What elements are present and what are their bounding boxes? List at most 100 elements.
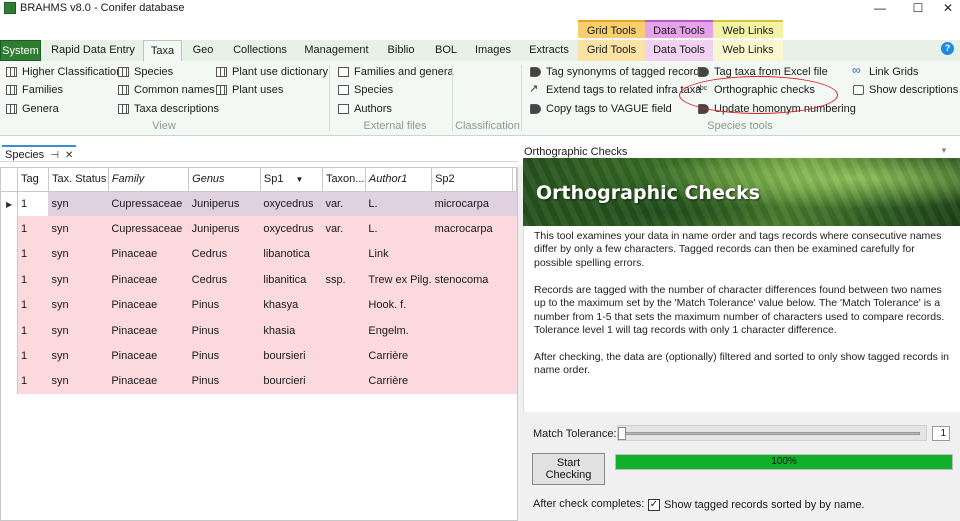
cell-sp1[interactable]: libanitica [260,267,323,293]
column-header-family[interactable]: Family [108,168,190,192]
cell-sp1[interactable]: libanotica [260,241,323,268]
cell-sp1[interactable]: khasia [260,317,323,344]
cell-genus[interactable]: Pinus [188,292,261,318]
families-and-genera-button[interactable]: Families and genera [338,64,454,80]
column-header-genus[interactable]: Genus [188,168,261,192]
column-header-tag[interactable]: Tag [17,168,49,192]
genera-button[interactable]: Genera [6,101,59,117]
context-tab-data-tools[interactable]: Data Tools [645,20,713,38]
tag-taxa-from-excel-button[interactable]: Tag taxa from Excel file [698,64,828,80]
cell-author1[interactable]: L. [365,191,432,217]
external-species-button[interactable]: Species [338,82,393,98]
cell-sp2[interactable]: macrocarpa [431,216,513,242]
row-selector[interactable] [1,267,18,293]
tab-system[interactable]: System [0,40,41,61]
pane-tab-species[interactable]: Species ⊣ ✕ [2,145,77,164]
help-icon[interactable]: ? [941,42,954,55]
context-tab-grid-tools[interactable]: Grid Tools [578,20,645,38]
start-checking-button[interactable]: Start Checking [532,453,605,485]
row-selector[interactable] [1,317,18,344]
cell-tax-status[interactable]: syn [48,292,109,318]
column-header-author1[interactable]: Author1 [365,168,433,192]
cell-author1[interactable]: Carrière [365,368,432,395]
cell-author1[interactable]: Engelm. [365,317,432,344]
tab-taxa[interactable]: Taxa [143,40,182,61]
table-row[interactable]: 1 syn Pinaceae Pinus bourcieri Carrière [1,368,517,395]
row-selector[interactable]: ▶ [1,191,18,217]
cell-tax-status[interactable]: syn [48,317,109,344]
cell-sp1[interactable]: oxycedrus [260,216,323,242]
cell-taxon-rank[interactable] [322,343,366,369]
update-homonym-numbering-button[interactable]: Update homonym numbering [698,101,856,117]
cell-author1[interactable]: L. [365,216,432,242]
show-tagged-label[interactable]: Show tagged records sorted by by name. [664,499,865,511]
tab-bol[interactable]: BOL [428,40,464,61]
families-button[interactable]: Families [6,82,63,98]
cell-tag[interactable]: 1 [17,292,49,318]
table-row[interactable]: 1 syn Pinaceae Pinus khasia Engelm. [1,317,517,344]
cell-tax-status[interactable]: syn [48,191,109,217]
cell-tax-status[interactable]: syn [48,343,109,369]
cell-author1[interactable]: Link [365,241,432,268]
cell-taxon-rank[interactable] [322,368,366,395]
cell-genus[interactable]: Pinus [188,368,261,395]
authors-button[interactable]: Authors [338,101,392,117]
tab-rapid-data-entry[interactable]: Rapid Data Entry [47,40,139,61]
column-header-sp2[interactable]: Sp2 [431,168,513,192]
cell-tag[interactable]: 1 [17,241,49,268]
plant-use-dictionary-button[interactable]: Plant use dictionary [216,64,328,80]
column-header-tax-status[interactable]: Tax. Status [48,168,109,192]
tab-data-tools[interactable]: Data Tools [645,40,713,61]
cell-author1[interactable]: Trew ex Pilg. [365,267,432,293]
tab-management[interactable]: Management [300,40,373,61]
cell-tag[interactable]: 1 [17,191,49,217]
link-grids-button[interactable]: Link Grids [852,62,919,80]
table-row[interactable]: 1 syn Pinaceae Pinus boursieri Carrière [1,343,517,369]
match-tolerance-slider[interactable] [617,425,927,441]
cell-family[interactable]: Pinaceae [108,267,189,293]
cell-sp2[interactable] [431,368,513,395]
cell-sp2[interactable]: stenocoma [431,267,513,293]
close-icon[interactable]: ✕ [65,148,73,164]
cell-taxon-rank[interactable]: var. [322,191,366,217]
table-row[interactable]: 1 syn Pinaceae Cedrus libanotica Link [1,241,517,268]
cell-sp1[interactable]: boursieri [260,343,323,369]
cell-author1[interactable]: Hook. f. [365,292,432,318]
cell-sp1[interactable]: bourcieri [260,368,323,395]
cell-family[interactable]: Pinaceae [108,241,189,268]
cell-tag[interactable]: 1 [17,317,49,344]
species-button[interactable]: Species [118,64,173,80]
orthographic-checks-button[interactable]: Orthographic checks [696,81,815,98]
cell-genus[interactable]: Cedrus [188,267,261,293]
cell-family[interactable]: Cupressaceae [108,216,189,242]
tab-web-links[interactable]: Web Links [713,40,783,61]
cell-taxon-rank[interactable] [322,317,366,344]
tab-collections[interactable]: Collections [226,40,294,61]
cell-genus[interactable]: Juniperus [188,216,261,242]
cell-author1[interactable]: Carrière [365,343,432,369]
row-selector[interactable] [1,292,18,318]
cell-tax-status[interactable]: syn [48,216,109,242]
tab-geo[interactable]: Geo [186,40,220,61]
cell-family[interactable]: Pinaceae [108,368,189,395]
cell-tax-status[interactable]: syn [48,368,109,395]
row-selector[interactable] [1,343,18,369]
column-header-taxon-rank[interactable]: Taxon... [322,168,366,192]
match-tolerance-value[interactable]: 1 [932,426,950,441]
tab-images[interactable]: Images [470,40,516,61]
taxa-descriptions-button[interactable]: Taxa descriptions [118,101,219,117]
cell-taxon-rank[interactable]: ssp. [322,267,366,293]
cell-taxon-rank[interactable] [322,292,366,318]
row-selector[interactable] [1,368,18,395]
cell-tag[interactable]: 1 [17,267,49,293]
species-grid[interactable]: Tag Tax. Status Family Genus Sp1 ▼ Taxon.… [0,167,518,521]
column-header-sp1[interactable]: Sp1 ▼ [260,168,323,192]
table-row[interactable]: 1 syn Pinaceae Pinus khasya Hook. f. [1,292,517,318]
pin-icon[interactable]: ⊣ [50,148,59,164]
cell-family[interactable]: Pinaceae [108,292,189,318]
cell-genus[interactable]: Pinus [188,343,261,369]
close-window-button[interactable]: ✕ [930,0,960,18]
cell-tax-status[interactable]: syn [48,241,109,268]
cell-taxon-rank[interactable]: var. [322,216,366,242]
tab-grid-tools[interactable]: Grid Tools [578,40,645,61]
